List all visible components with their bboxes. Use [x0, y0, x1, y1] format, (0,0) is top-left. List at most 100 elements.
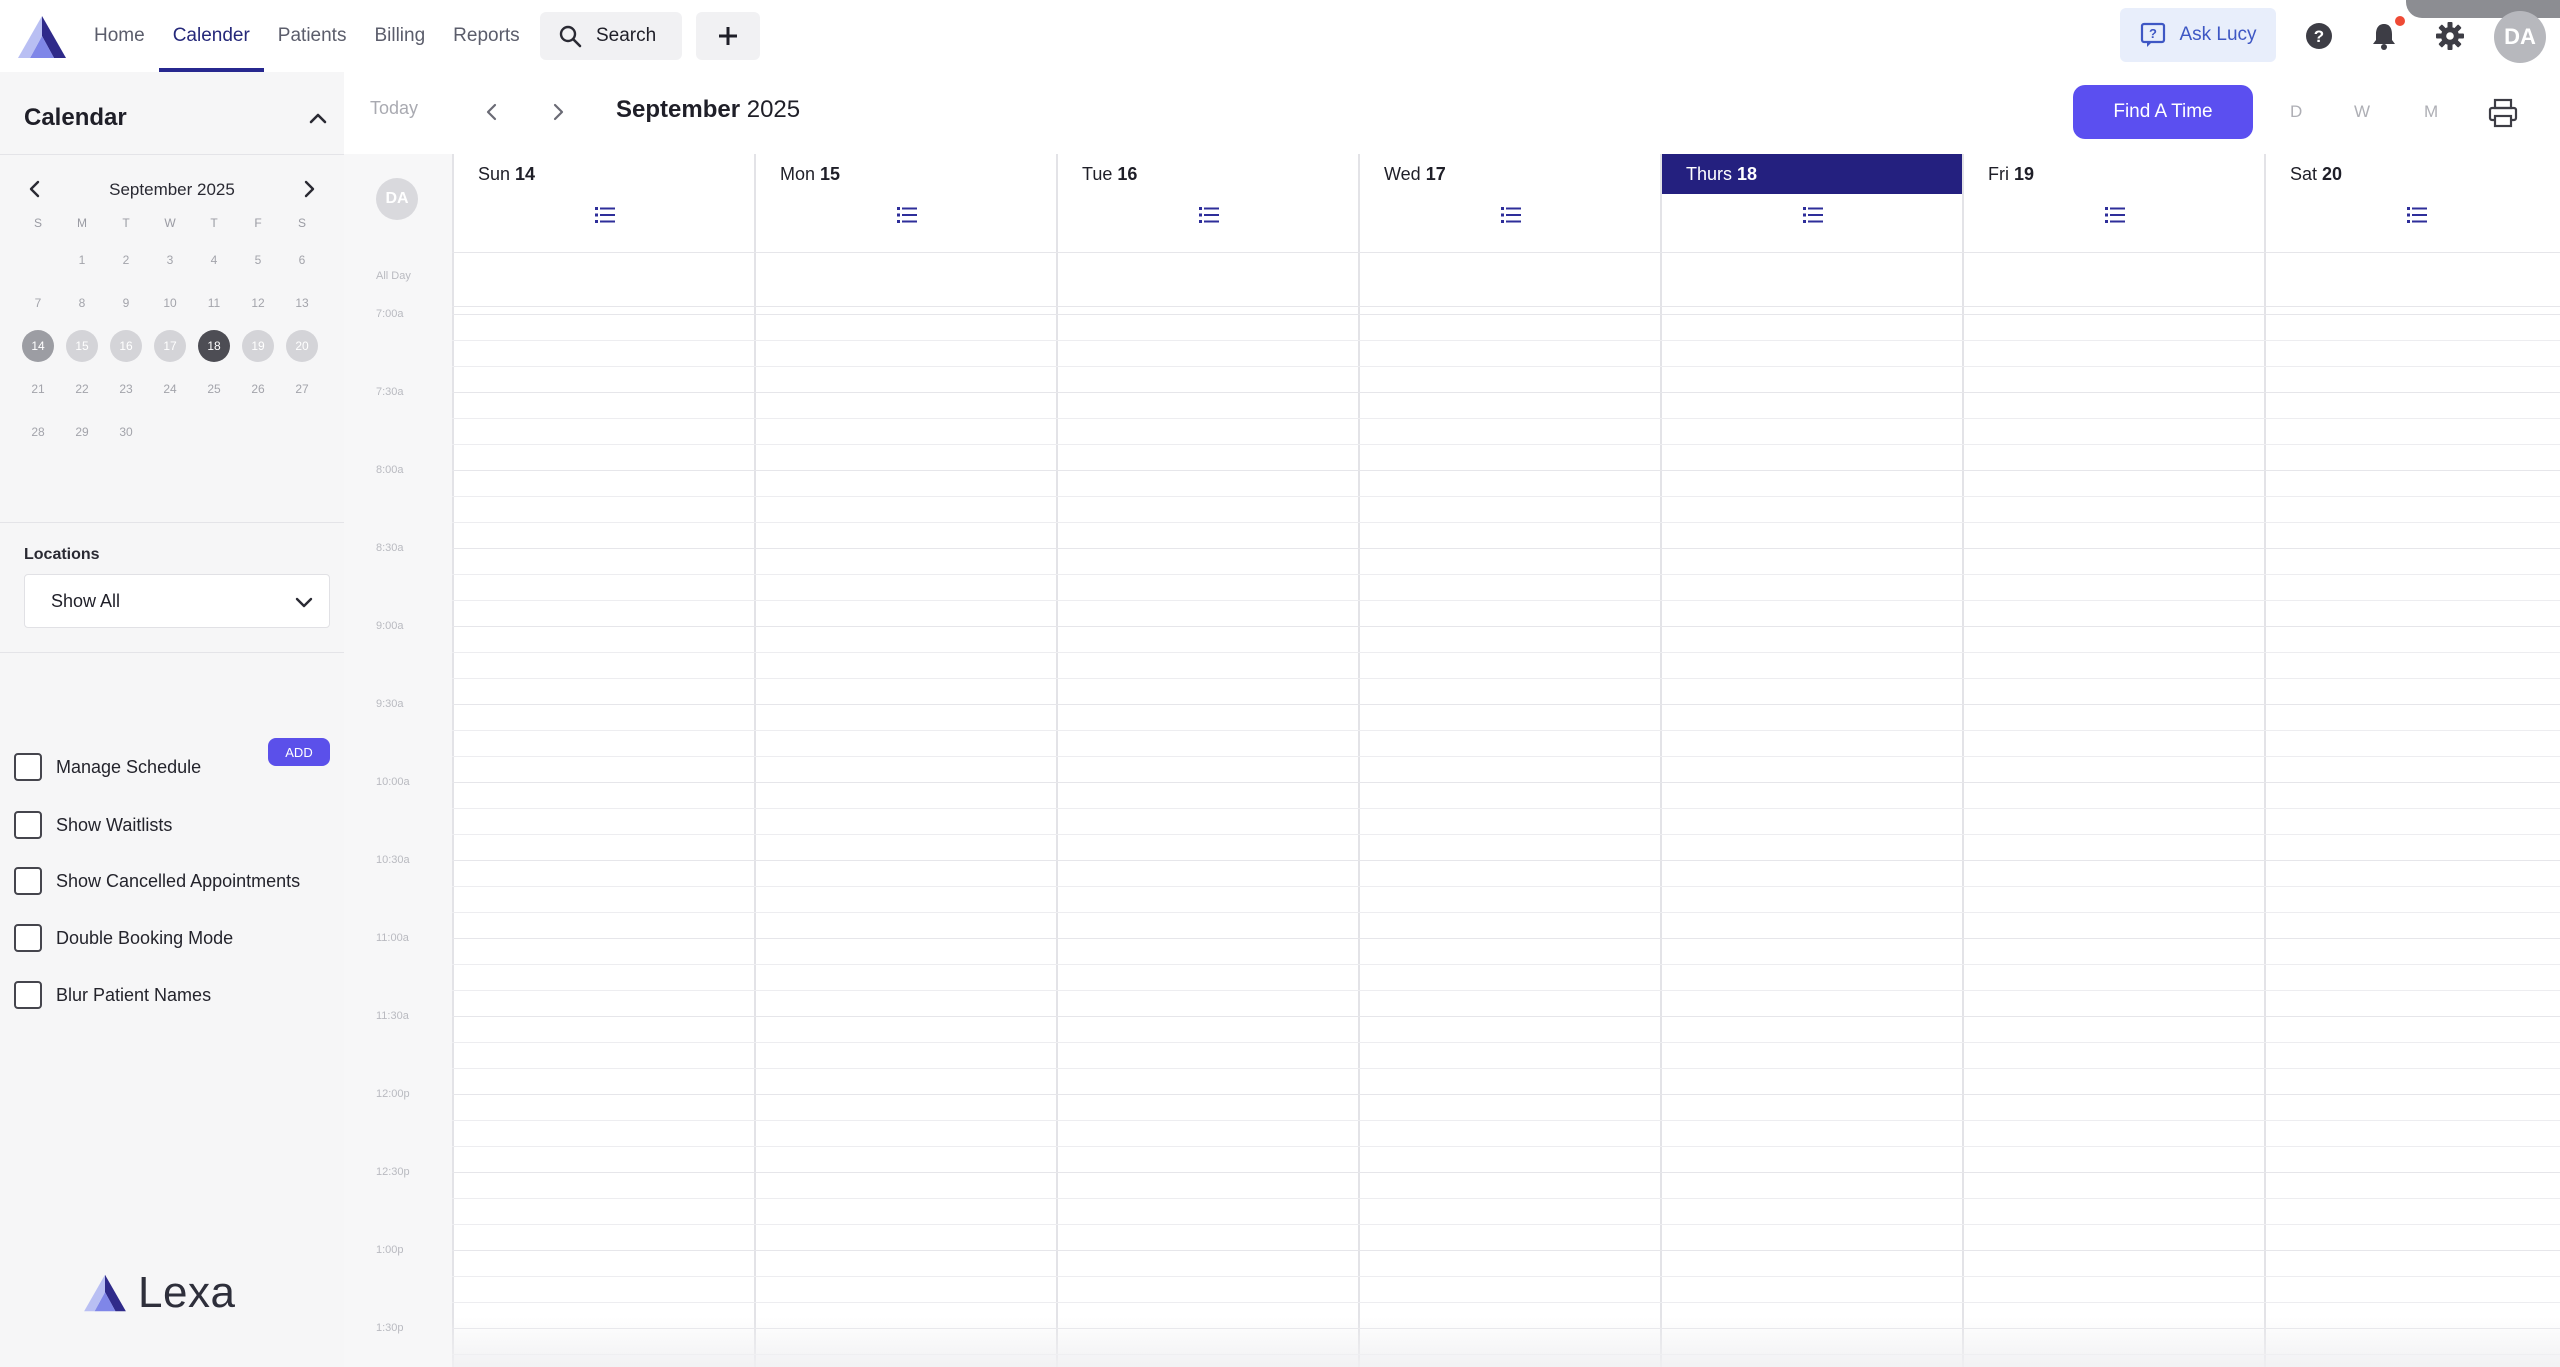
checkbox[interactable]: [14, 753, 42, 781]
mini-calendar-day[interactable]: 9: [104, 281, 148, 324]
mini-calendar-day[interactable]: 7: [16, 281, 60, 324]
mini-calendar-day[interactable]: 6: [280, 238, 324, 281]
nav-home[interactable]: Home: [80, 0, 159, 72]
day-column[interactable]: Sat 20: [2264, 154, 2560, 1367]
mini-calendar-day[interactable]: 16: [104, 324, 148, 367]
chevron-left-icon[interactable]: [480, 100, 504, 124]
location-select[interactable]: Show All: [24, 574, 330, 628]
mini-calendar-day[interactable]: 2: [104, 238, 148, 281]
list-icon[interactable]: [1500, 204, 1522, 226]
chevron-up-icon[interactable]: [306, 106, 330, 130]
add-button[interactable]: [696, 12, 760, 60]
time-label: 11:30a: [376, 1010, 409, 1022]
day-header[interactable]: Sun 14: [454, 154, 754, 194]
list-icon[interactable]: [594, 204, 616, 226]
day-number: 7: [34, 295, 42, 310]
mini-calendar-day[interactable]: 15: [60, 324, 104, 367]
mini-calendar-day[interactable]: 3: [148, 238, 192, 281]
day-column[interactable]: Tue 16: [1056, 154, 1358, 1367]
day-number: 21: [31, 381, 45, 396]
option-blur-names[interactable]: Blur Patient Names: [14, 978, 211, 1012]
gear-icon[interactable]: [2434, 20, 2466, 52]
list-icon[interactable]: [2104, 204, 2126, 226]
mini-calendar-day[interactable]: 26: [236, 367, 280, 410]
grid-line: [452, 834, 2560, 835]
view-day-toggle[interactable]: D: [2290, 102, 2302, 122]
mini-calendar-day[interactable]: 25: [192, 367, 236, 410]
day-header[interactable]: Thurs 18: [1662, 154, 1962, 194]
chevron-right-icon[interactable]: [546, 100, 570, 124]
help-icon[interactable]: ?: [2303, 20, 2335, 52]
checkbox[interactable]: [14, 981, 42, 1009]
nav-patients[interactable]: Patients: [264, 0, 361, 72]
find-a-time-button[interactable]: Find A Time: [2073, 85, 2253, 139]
mini-calendar-day[interactable]: 24: [148, 367, 192, 410]
day-number: 20: [286, 329, 318, 362]
lexa-logo-icon[interactable]: [16, 14, 68, 60]
mini-calendar-day[interactable]: 8: [60, 281, 104, 324]
view-week-toggle[interactable]: W: [2354, 102, 2370, 122]
checkbox[interactable]: [14, 924, 42, 952]
day-header[interactable]: Tue 16: [1058, 154, 1358, 194]
provider-avatar[interactable]: DA: [376, 178, 418, 220]
mini-calendar-day[interactable]: 10: [148, 281, 192, 324]
day-column[interactable]: Mon 15: [754, 154, 1056, 1367]
mini-calendar-day[interactable]: 20: [280, 324, 324, 367]
ask-lucy-button[interactable]: ? Ask Lucy: [2120, 8, 2276, 62]
search-button[interactable]: Search: [540, 12, 682, 60]
day-column[interactable]: Sun 14: [452, 154, 754, 1367]
bell-icon[interactable]: [2368, 20, 2400, 52]
mini-calendar-day[interactable]: 4: [192, 238, 236, 281]
mini-calendar-day[interactable]: 30: [104, 410, 148, 453]
mini-calendar-day[interactable]: 28: [16, 410, 60, 453]
option-label: Double Booking Mode: [56, 927, 234, 948]
day-header[interactable]: Fri 19: [1964, 154, 2264, 194]
mini-calendar-empty: [280, 410, 324, 453]
option-show-cancelled[interactable]: Show Cancelled Appointments: [14, 864, 300, 898]
mini-calendar-day[interactable]: 17: [148, 324, 192, 367]
list-icon[interactable]: [1802, 204, 1824, 226]
mini-calendar-day[interactable]: 11: [192, 281, 236, 324]
nav-reports[interactable]: Reports: [439, 0, 534, 72]
mini-calendar-day[interactable]: 5: [236, 238, 280, 281]
chevron-right-icon[interactable]: [298, 178, 320, 200]
day-column[interactable]: Wed 17: [1358, 154, 1660, 1367]
option-show-waitlists[interactable]: Show Waitlists: [14, 808, 172, 842]
list-icon[interactable]: [896, 204, 918, 226]
nav-calendar[interactable]: Calender: [158, 0, 264, 72]
day-column[interactable]: Fri 19: [1962, 154, 2264, 1367]
mini-calendar-day[interactable]: 18: [192, 324, 236, 367]
mini-calendar-day[interactable]: 21: [16, 367, 60, 410]
mini-calendar-day[interactable]: 1: [60, 238, 104, 281]
mini-calendar-day[interactable]: 19: [236, 324, 280, 367]
today-button[interactable]: Today: [370, 98, 418, 119]
list-icon[interactable]: [1198, 204, 1220, 226]
mini-calendar-day[interactable]: 27: [280, 367, 324, 410]
mini-calendar-day[interactable]: 12: [236, 281, 280, 324]
window-corner-tab: [2406, 0, 2560, 18]
nav-billing[interactable]: Billing: [360, 0, 439, 72]
day-header[interactable]: Sat 20: [2266, 154, 2560, 194]
mini-calendar-day[interactable]: 22: [60, 367, 104, 410]
main-nav: Home Calender Patients Billing Reports: [80, 0, 534, 72]
mini-calendar-day[interactable]: 14: [16, 324, 60, 367]
mini-calendar-day[interactable]: 29: [60, 410, 104, 453]
checkbox[interactable]: [14, 867, 42, 895]
option-double-booking[interactable]: Double Booking Mode: [14, 921, 233, 955]
checkbox[interactable]: [14, 811, 42, 839]
printer-icon[interactable]: [2486, 96, 2520, 130]
day-date: 18: [1737, 163, 1758, 184]
waitlist-add-button[interactable]: ADD: [268, 738, 330, 766]
option-manage-schedule[interactable]: Manage Schedule: [14, 750, 201, 784]
day-header[interactable]: Wed 17: [1360, 154, 1660, 194]
day-number: 15: [66, 329, 98, 362]
list-icon[interactable]: [2406, 204, 2428, 226]
user-avatar[interactable]: DA: [2494, 11, 2546, 63]
mini-calendar: September 2025 S M T W T F S 1 2 3 4 5 6 7 8 9 10 11 12 13 1…: [16, 172, 328, 453]
mini-calendar-day[interactable]: 23: [104, 367, 148, 410]
day-column[interactable]: Thurs 18: [1660, 154, 1962, 1367]
grid-line: [452, 522, 2560, 523]
view-month-toggle[interactable]: M: [2424, 102, 2438, 122]
mini-calendar-day[interactable]: 13: [280, 281, 324, 324]
day-header[interactable]: Mon 15: [756, 154, 1056, 194]
